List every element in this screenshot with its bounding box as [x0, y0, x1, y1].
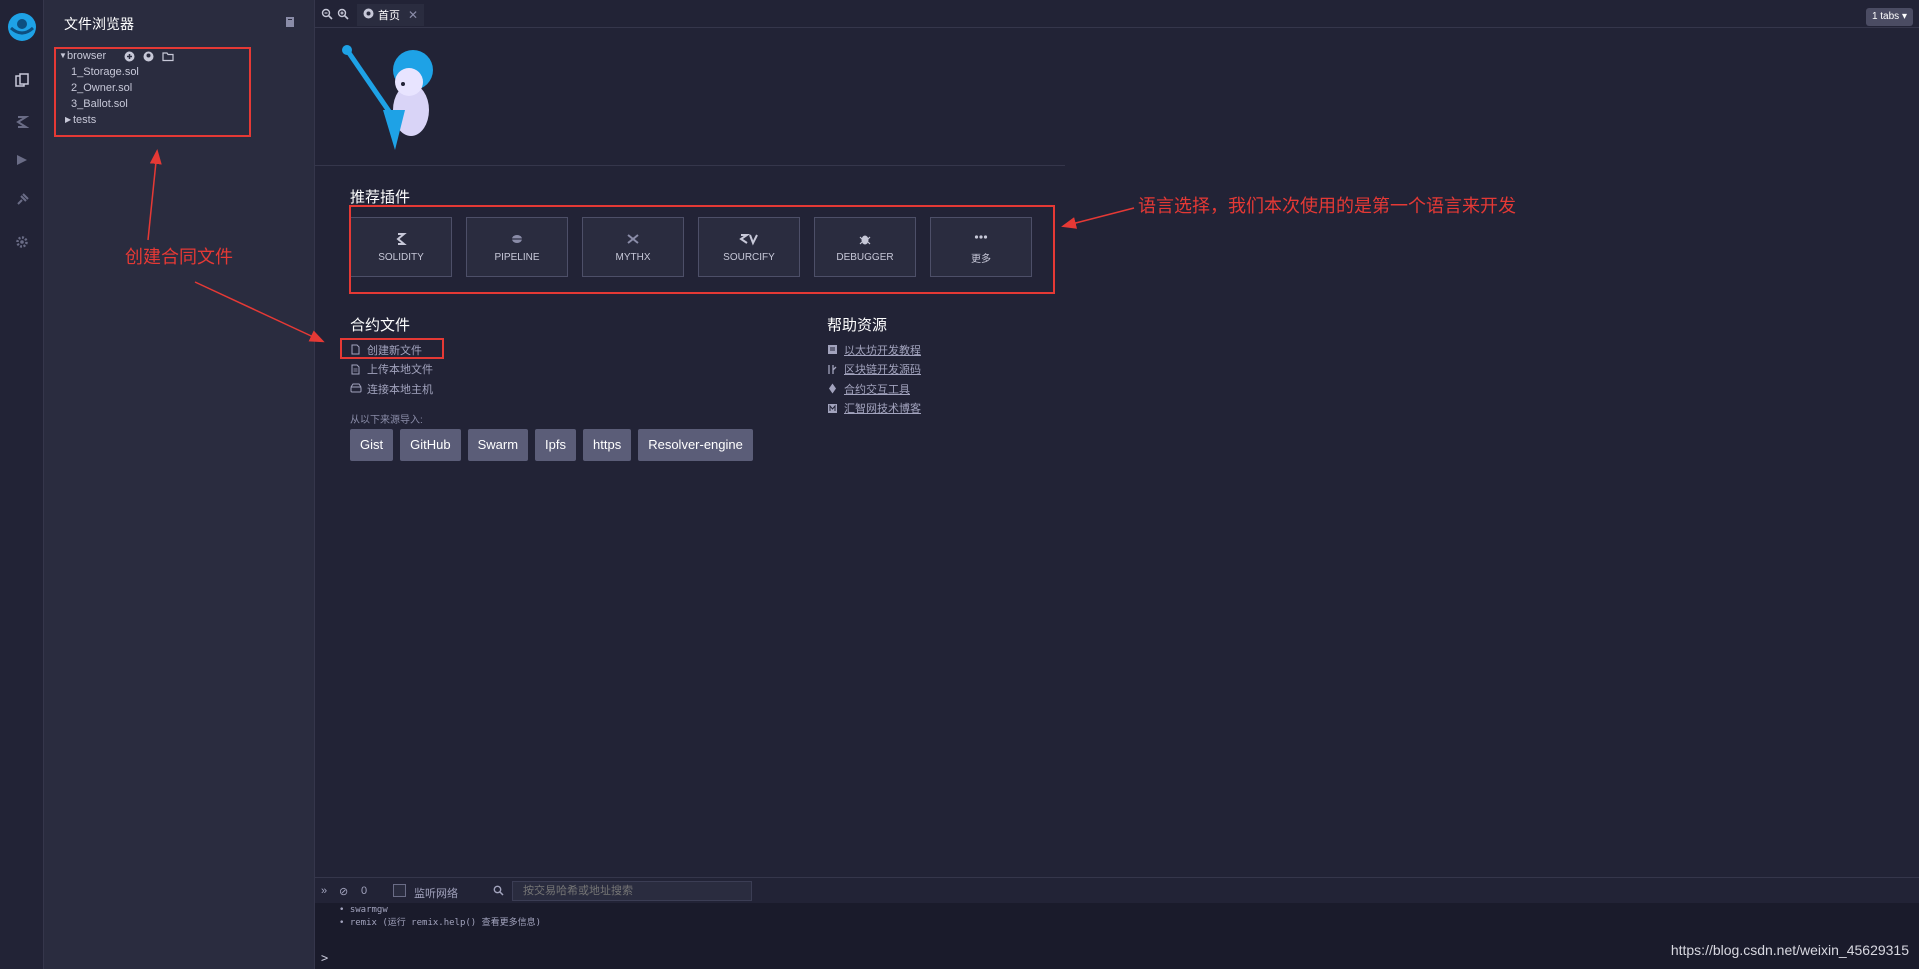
tab-label: 首页 — [378, 10, 400, 22]
tab-home[interactable]: 首页 ✕ — [357, 4, 425, 26]
documentation-icon[interactable] — [284, 16, 296, 28]
file-explorer-panel: 文件浏览器 ▼ browser 1_Storage.sol 2_Owner.so… — [44, 0, 315, 969]
listen-network-checkbox[interactable] — [393, 884, 406, 897]
annotation-box-create-file — [340, 338, 444, 359]
book-icon — [827, 344, 838, 355]
remix-logo-icon[interactable] — [5, 10, 39, 44]
blockchain-source-link[interactable]: 区块链开发源码 — [827, 360, 921, 380]
annotation-box-plugins — [349, 205, 1055, 294]
clear-console-icon[interactable]: ⊘ — [339, 885, 348, 898]
hard-drive-icon — [350, 383, 362, 394]
search-icon — [493, 885, 504, 899]
collapse-terminal-icon[interactable]: » — [321, 885, 327, 897]
panel-title: 文件浏览器 — [64, 16, 134, 32]
contract-tool-link[interactable]: 合约交互工具 — [827, 379, 921, 399]
plugin-manager-icon[interactable] — [12, 190, 32, 210]
annotation-create-contract: 创建合同文件 — [125, 247, 233, 267]
terminal-line: • swarmgw — [339, 905, 388, 915]
tab-bar: 首页 ✕ 1 tabs ▾ — [315, 0, 1919, 28]
import-https-button[interactable]: https — [583, 429, 632, 461]
main-panel: 首页 ✕ 1 tabs ▾ 推荐插件 SOLIDITY PIPELINE MYT… — [315, 0, 1919, 969]
import-ipfs-button[interactable]: Ipfs — [535, 429, 577, 461]
connect-localhost-link[interactable]: 连接本地主机 — [350, 379, 433, 399]
icon-rail — [0, 0, 44, 969]
ethereum-icon — [827, 383, 838, 394]
zoom-in-icon[interactable] — [337, 8, 349, 20]
import-resolver-engine-button[interactable]: Resolver-engine — [638, 429, 753, 461]
files-title: 合约文件 — [350, 317, 411, 334]
annotation-box-file-tree — [54, 47, 251, 137]
help-links: 以太坊开发教程 区块链开发源码 合约交互工具 汇智网技术博客 — [827, 340, 921, 418]
annotation-language-select: 语言选择，我们本次使用的是第一个语言来开发 — [1138, 196, 1516, 216]
terminal-output: • swarmgw • remix (运行 remix.help() 查看更多信… — [315, 903, 1919, 969]
terminal-line: • remix (运行 remix.help() 查看更多信息) — [339, 918, 542, 928]
link-label: 上传本地文件 — [367, 364, 433, 377]
import-gist-button[interactable]: Gist — [350, 429, 394, 461]
settings-gear-icon[interactable] — [12, 232, 32, 252]
deploy-run-icon[interactable] — [12, 150, 32, 170]
import-swarm-button[interactable]: Swarm — [467, 429, 529, 461]
tabs-count-dropdown[interactable]: 1 tabs ▾ — [1865, 8, 1913, 26]
remix-ide: 文件浏览器 ▼ browser 1_Storage.sol 2_Owner.so… — [0, 0, 1919, 969]
link-label: 以太坊开发教程 — [844, 344, 921, 357]
tabs-count-label: 1 tabs — [1871, 11, 1900, 22]
pending-tx-count: 0 — [361, 885, 368, 897]
code-branch-icon — [827, 364, 838, 375]
solidity-compiler-icon[interactable] — [12, 112, 32, 132]
zoom-out-icon[interactable] — [321, 8, 333, 20]
file-explorer-icon[interactable] — [12, 71, 32, 91]
upload-file-link[interactable]: 上传本地文件 — [350, 360, 433, 380]
help-title: 帮助资源 — [827, 317, 888, 334]
import-github-button[interactable]: GitHub — [400, 429, 461, 461]
import-sources: Gist GitHub Swarm Ipfs https Resolver-en… — [350, 429, 753, 461]
terminal-prompt[interactable]: > — [321, 951, 328, 965]
terminal-toolbar: » ⊘ 0 监听网络 — [315, 877, 1919, 903]
link-label: 汇智网技术博客 — [844, 403, 921, 416]
watermark: https://blog.csdn.net/weixin_45629315 — [1670, 942, 1909, 958]
home-icon — [363, 8, 374, 22]
remix-mascot-illustration — [335, 40, 455, 160]
transaction-search-input[interactable] — [512, 881, 752, 901]
divider — [315, 165, 1065, 166]
link-label: 连接本地主机 — [367, 383, 433, 396]
ethereum-tutorial-link[interactable]: 以太坊开发教程 — [827, 340, 921, 360]
import-label: 从以下来源导入: — [350, 415, 423, 426]
close-icon[interactable]: ✕ — [408, 8, 418, 22]
listen-network-label: 监听网络 — [414, 888, 458, 900]
tech-blog-link[interactable]: 汇智网技术博客 — [827, 399, 921, 419]
file-text-icon — [350, 364, 361, 375]
blog-icon — [827, 403, 838, 414]
plugins-title: 推荐插件 — [350, 189, 411, 206]
link-label: 区块链开发源码 — [844, 364, 921, 377]
link-label: 合约交互工具 — [844, 383, 910, 396]
